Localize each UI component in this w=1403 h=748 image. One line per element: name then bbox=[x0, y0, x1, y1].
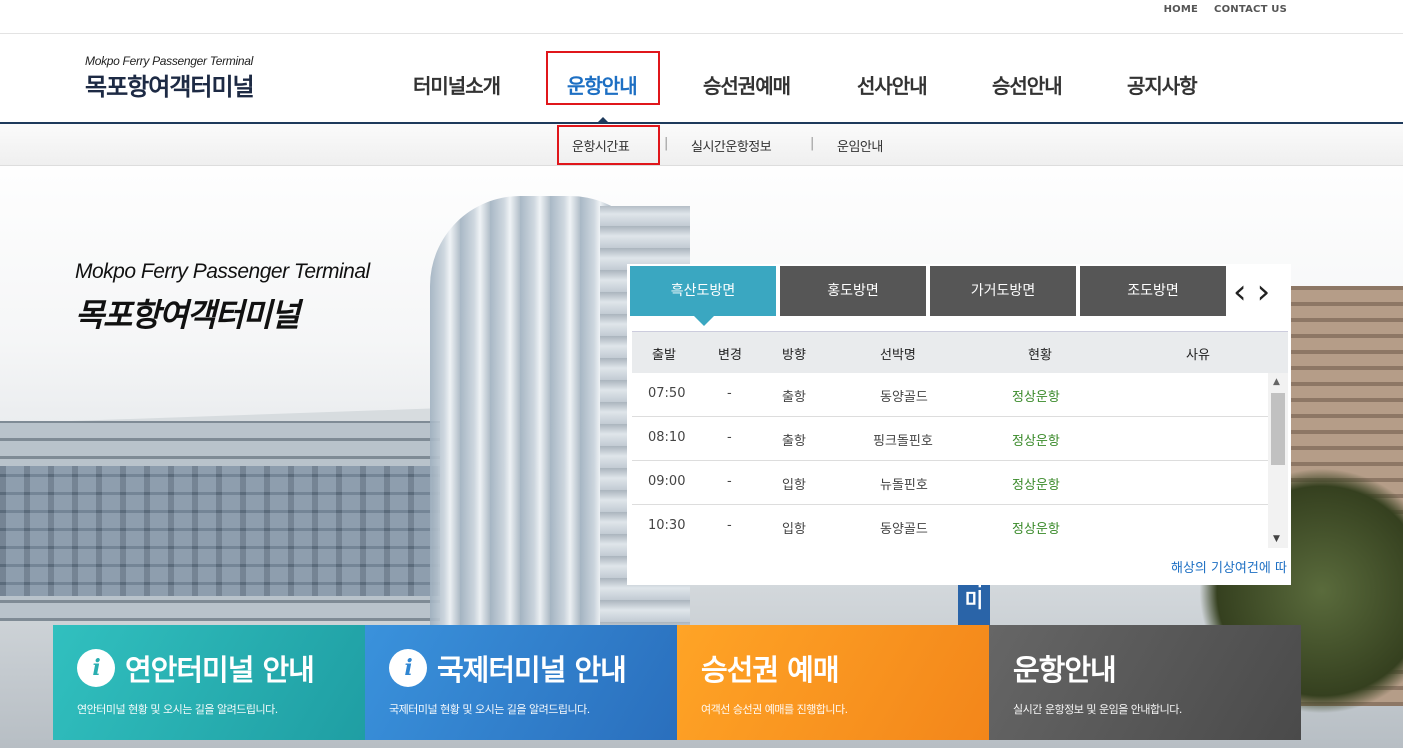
scroll-thumb[interactable] bbox=[1271, 393, 1285, 465]
cell-change: - bbox=[727, 386, 732, 401]
cell-ship: 뉴돌핀호 bbox=[880, 478, 928, 493]
cell-ship: 핑크돌핀호 bbox=[873, 434, 933, 449]
subnav-realtime-info[interactable]: 실시간운항정보 bbox=[691, 136, 772, 155]
cell-direction: 입항 bbox=[782, 522, 806, 537]
tab-arrows: ‹› bbox=[1233, 272, 1280, 312]
subnav-fare-info[interactable]: 운임안내 bbox=[837, 136, 883, 155]
active-nav-caret bbox=[597, 117, 609, 123]
cell-direction: 입항 bbox=[782, 478, 806, 493]
cell-time: 10:30 bbox=[648, 518, 686, 533]
cell-status: 정상운항 bbox=[1012, 434, 1060, 449]
next-arrow-icon[interactable]: › bbox=[1257, 272, 1281, 312]
cell-change: - bbox=[727, 518, 732, 533]
route-tabs: 흑산도방면 홍도방면 가거도방면 조도방면 bbox=[630, 266, 1230, 326]
card-description: 국제터미널 현황 및 오시는 길을 알려드립니다. bbox=[389, 703, 590, 716]
highlight-box-nav bbox=[546, 51, 660, 105]
table-row: 08:10 - 출항 핑크돌핀호 정상운항 bbox=[632, 417, 1268, 461]
cell-ship: 동양골드 bbox=[880, 522, 928, 537]
card-description: 여객선 승선권 예매를 진행합니다. bbox=[701, 703, 848, 716]
card-coastal-terminal[interactable]: i 연안터미널 안내 연안터미널 현황 및 오시는 길을 알려드립니다. bbox=[53, 625, 365, 740]
cell-time: 09:00 bbox=[648, 474, 686, 489]
cell-change: - bbox=[727, 430, 732, 445]
terminal-windows bbox=[0, 466, 440, 596]
info-icon: i bbox=[389, 649, 427, 687]
card-title: 운항안내 bbox=[1013, 647, 1117, 689]
schedule-table-header: 출발 변경 방향 선박명 현황 사유 bbox=[632, 331, 1288, 373]
schedule-panel: 흑산도방면 홍도방면 가거도방면 조도방면 ‹› 출발 변경 방향 선박명 현황… bbox=[627, 264, 1291, 585]
card-description: 연안터미널 현황 및 오시는 길을 알려드립니다. bbox=[77, 703, 278, 716]
hero-title-english: Mokpo Ferry Passenger Terminal bbox=[75, 260, 370, 283]
cell-ship: 동양골드 bbox=[880, 390, 928, 405]
schedule-table-body: 07:50 - 출항 동양골드 정상운항 08:10 - 출항 핑크돌핀호 정상… bbox=[632, 373, 1268, 548]
scroll-up-icon[interactable]: ▲ bbox=[1273, 377, 1280, 387]
tab-hongdo[interactable]: 홍도방면 bbox=[780, 266, 926, 316]
contact-us-link[interactable]: CONTACT US bbox=[1214, 4, 1287, 15]
main-nav: 터미널소개 운항안내 승선권예매 선사안내 승선안내 공지사항 bbox=[0, 34, 1403, 124]
tab-gageodo[interactable]: 가거도방면 bbox=[930, 266, 1076, 316]
table-row: 09:00 - 입항 뉴돌핀호 정상운항 bbox=[632, 461, 1268, 505]
card-international-terminal[interactable]: i 국제터미널 안내 국제터미널 현황 및 오시는 길을 알려드립니다. bbox=[365, 625, 677, 740]
nav-boarding-info[interactable]: 승선안내 bbox=[992, 70, 1063, 99]
table-row: 10:30 - 입항 동양골드 정상운항 bbox=[632, 505, 1268, 548]
cell-direction: 출항 bbox=[782, 434, 806, 449]
card-ticket-booking[interactable]: 승선권 예매 여객선 승선권 예매를 진행합니다. bbox=[677, 625, 989, 740]
card-title: i 국제터미널 안내 bbox=[389, 647, 627, 689]
cell-time: 08:10 bbox=[648, 430, 686, 445]
top-bar: HOME CONTACT US bbox=[0, 0, 1403, 34]
card-title-text: 운항안내 bbox=[1013, 653, 1117, 687]
nav-ticket-booking[interactable]: 승선권예매 bbox=[703, 70, 791, 99]
header-change: 변경 bbox=[718, 348, 742, 363]
weather-notice-ticker[interactable]: 해상의 기상여건에 따 bbox=[1171, 557, 1289, 576]
card-operation-info[interactable]: 운항안내 실시간 운항정보 및 운임을 안내합니다. bbox=[989, 625, 1301, 740]
tab-jodo[interactable]: 조도방면 bbox=[1080, 266, 1226, 316]
cell-status: 정상운항 bbox=[1012, 390, 1060, 405]
nav-notices[interactable]: 공지사항 bbox=[1127, 70, 1198, 99]
header-reason: 사유 bbox=[1186, 348, 1210, 363]
cell-status: 정상운항 bbox=[1012, 478, 1060, 493]
nav-terminal-intro[interactable]: 터미널소개 bbox=[413, 70, 501, 99]
card-description: 실시간 운항정보 및 운임을 안내합니다. bbox=[1013, 703, 1182, 716]
header-ship-name: 선박명 bbox=[880, 348, 916, 363]
prev-arrow-icon[interactable]: ‹ bbox=[1233, 272, 1257, 312]
home-link[interactable]: HOME bbox=[1164, 4, 1198, 15]
cell-direction: 출항 bbox=[782, 390, 806, 405]
cell-change: - bbox=[727, 474, 732, 489]
cell-status: 정상운항 bbox=[1012, 522, 1060, 537]
hero-title: Mokpo Ferry Passenger Terminal 목포항여객터미널 bbox=[75, 260, 370, 336]
cell-time: 07:50 bbox=[648, 386, 686, 401]
table-row: 07:50 - 출항 동양골드 정상운항 bbox=[632, 373, 1268, 417]
active-tab-caret bbox=[694, 316, 714, 326]
info-icon: i bbox=[77, 649, 115, 687]
hero-title-korean: 목포항여객터미널 bbox=[75, 296, 300, 334]
card-title: 승선권 예매 bbox=[701, 647, 839, 689]
card-title: i 연안터미널 안내 bbox=[77, 647, 315, 689]
card-title-text: 연안터미널 안내 bbox=[125, 653, 315, 687]
highlight-box-subnav bbox=[557, 125, 660, 165]
scroll-down-icon[interactable]: ▼ bbox=[1273, 534, 1280, 544]
subnav-separator: | bbox=[810, 136, 815, 151]
header-departure: 출발 bbox=[652, 348, 676, 363]
table-scrollbar[interactable]: ▲ ▼ bbox=[1268, 373, 1288, 548]
subnav-separator: | bbox=[664, 136, 669, 151]
header-direction: 방향 bbox=[782, 348, 806, 363]
header-status: 현황 bbox=[1028, 348, 1052, 363]
quick-link-cards: i 연안터미널 안내 연안터미널 현황 및 오시는 길을 알려드립니다. i 국… bbox=[53, 625, 1301, 740]
tab-heuksando[interactable]: 흑산도방면 bbox=[630, 266, 776, 316]
card-title-text: 국제터미널 안내 bbox=[437, 653, 627, 687]
nav-shipping-company[interactable]: 선사안내 bbox=[857, 70, 928, 99]
top-links: HOME CONTACT US bbox=[1164, 4, 1287, 15]
card-title-text: 승선권 예매 bbox=[701, 653, 839, 687]
sub-nav: 운항시간표 | 실시간운항정보 | 운임안내 bbox=[0, 124, 1403, 166]
